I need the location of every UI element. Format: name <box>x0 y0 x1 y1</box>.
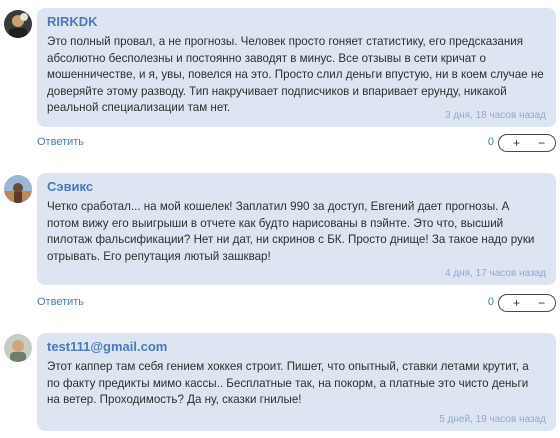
avatar[interactable] <box>4 175 32 203</box>
avatar[interactable] <box>4 334 32 362</box>
vote-control: + − <box>498 134 556 152</box>
downvote-button[interactable]: − <box>538 134 545 152</box>
comment-date: 4 дня, 17 часов назад <box>444 268 546 279</box>
comment-footer: Ответить 0 + − <box>37 134 556 152</box>
downvote-button[interactable]: − <box>538 294 545 312</box>
upvote-button[interactable]: + <box>513 294 520 312</box>
vote-score: 0 <box>487 296 494 308</box>
vote-control: + − <box>498 294 556 312</box>
comment-bubble: test111@gmail.com Этот каппер там себя г… <box>37 333 556 431</box>
comment-text: Четко сработал... на мой кошелек! Заплат… <box>47 200 535 263</box>
vote-score: 0 <box>487 136 494 148</box>
comment-text: Это полный провал, а не прогнозы. Челове… <box>47 35 544 114</box>
comment-bubble: Сэвикс Четко сработал... на мой кошелек!… <box>37 173 556 285</box>
comment-date: 5 дней, 19 часов назад <box>439 414 546 425</box>
reply-link[interactable]: Ответить <box>37 136 84 148</box>
upvote-button[interactable]: + <box>513 134 520 152</box>
reply-link[interactable]: Ответить <box>37 296 84 308</box>
user-avatar-icon <box>4 175 32 203</box>
comment-text: Этот каппер там себя гением хоккея строи… <box>47 360 529 406</box>
comment-footer: Ответить 0 + − <box>37 294 556 312</box>
comment-author[interactable]: Сэвикс <box>47 179 544 195</box>
avatar[interactable] <box>4 10 32 38</box>
comment-bubble: RIRKDK Это полный провал, а не прогнозы.… <box>37 8 556 127</box>
comment-date: 3 дня, 18 часов назад <box>444 110 546 121</box>
comment-author[interactable]: test111@gmail.com <box>47 339 544 355</box>
user-avatar-icon <box>4 10 32 38</box>
comment-author[interactable]: RIRKDK <box>47 14 544 30</box>
user-avatar-icon <box>4 334 32 362</box>
